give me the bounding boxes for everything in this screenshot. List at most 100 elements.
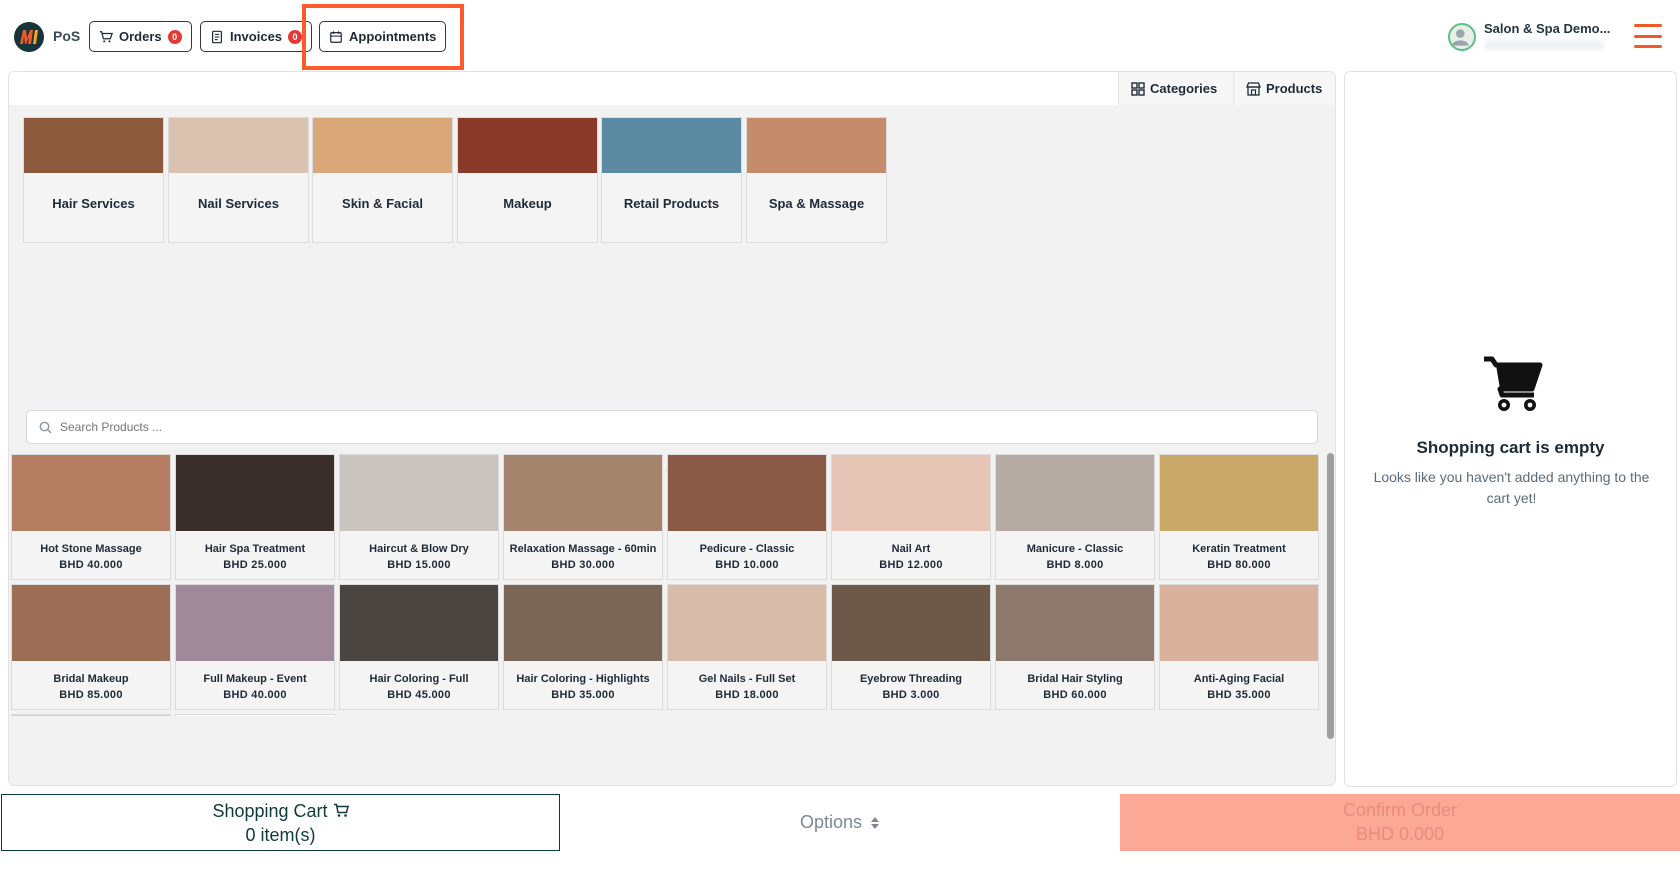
user-name[interactable]: Salon & Spa Demo... bbox=[1484, 21, 1610, 36]
cart-item-count: 0 item(s) bbox=[245, 825, 316, 845]
appointments-highlight bbox=[302, 4, 464, 70]
product-image bbox=[1160, 455, 1318, 531]
category-label: Hair Services bbox=[52, 196, 135, 211]
product-price: BHD 8.000 bbox=[1046, 559, 1104, 571]
shopping-cart-button[interactable]: Shopping Cart 0 item(s) bbox=[1, 794, 560, 851]
category-card[interactable]: Spa & Massage bbox=[746, 117, 887, 243]
product-image bbox=[176, 585, 334, 661]
category-image bbox=[313, 118, 452, 173]
product-card[interactable]: Gel Nails - Full Set BHD 18.000 bbox=[667, 584, 827, 710]
search-icon bbox=[39, 421, 52, 433]
bottom-bar: Shopping Cart 0 item(s) Options Confirm … bbox=[0, 794, 1680, 851]
menu-button[interactable] bbox=[1634, 24, 1662, 48]
tab-categories[interactable]: Categories bbox=[1118, 72, 1233, 105]
product-card[interactable]: Pedicure - Classic BHD 10.000 bbox=[667, 454, 827, 580]
category-image bbox=[458, 118, 597, 173]
user-subtitle-blurred bbox=[1484, 40, 1604, 50]
product-card[interactable]: Bridal Makeup BHD 85.000 bbox=[11, 584, 171, 710]
orders-button[interactable]: Orders 0 bbox=[89, 21, 192, 52]
options-button[interactable]: Options bbox=[560, 794, 1120, 851]
product-card[interactable]: Bridal Hair Styling BHD 60.000 bbox=[995, 584, 1155, 710]
invoices-button[interactable]: Invoices 0 bbox=[200, 21, 313, 52]
product-scrollbar[interactable] bbox=[1327, 453, 1334, 739]
scrollbar-thumb[interactable] bbox=[1327, 453, 1334, 739]
user-avatar[interactable] bbox=[1448, 23, 1476, 51]
search-box[interactable] bbox=[26, 410, 1318, 444]
product-name: Full Makeup - Event bbox=[203, 673, 307, 685]
cart-empty-title: Shopping cart is empty bbox=[1416, 438, 1605, 457]
confirm-order-total: BHD 0.000 bbox=[1355, 824, 1445, 844]
product-card[interactable]: Full Makeup - Event BHD 40.000 bbox=[175, 584, 335, 710]
category-card[interactable]: Nail Services bbox=[168, 117, 309, 243]
product-card[interactable]: Eyebrow Threading BHD 3.000 bbox=[831, 584, 991, 710]
product-name: Keratin Treatment bbox=[1192, 543, 1286, 555]
cart-panel: Shopping cart is empty Looks like you ha… bbox=[1344, 71, 1677, 787]
product-image bbox=[504, 455, 662, 531]
product-image bbox=[832, 585, 990, 661]
product-name: Gel Nails - Full Set bbox=[698, 673, 796, 685]
category-label: Makeup bbox=[503, 196, 552, 211]
confirm-order-label: Confirm Order bbox=[1342, 800, 1458, 820]
product-name: Manicure - Classic bbox=[1026, 543, 1124, 555]
category-card[interactable]: Retail Products bbox=[601, 117, 742, 243]
product-card[interactable]: Hair Spa Treatment BHD 25.000 bbox=[175, 454, 335, 580]
app-logo[interactable] bbox=[14, 22, 44, 52]
product-price: BHD 60.000 bbox=[1043, 689, 1107, 701]
product-image bbox=[12, 715, 170, 716]
product-card[interactable]: Hair Coloring - Full BHD 45.000 bbox=[339, 584, 499, 710]
product-name: Hair Coloring - Full bbox=[369, 673, 469, 685]
category-card[interactable]: Makeup bbox=[457, 117, 598, 243]
product-price: BHD 12.000 bbox=[879, 559, 943, 571]
product-price: BHD 10.000 bbox=[715, 559, 779, 571]
product-price: BHD 30.000 bbox=[551, 559, 615, 571]
logo-icon bbox=[20, 30, 38, 44]
product-card[interactable] bbox=[11, 714, 171, 716]
product-name: Hair Coloring - Highlights bbox=[516, 673, 650, 685]
category-image bbox=[169, 118, 308, 173]
tab-products[interactable]: Products bbox=[1233, 72, 1335, 105]
product-name: Eyebrow Threading bbox=[859, 673, 963, 685]
product-card[interactable]: Anti-Aging Facial BHD 35.000 bbox=[1159, 584, 1319, 710]
product-card[interactable]: Keratin Treatment BHD 80.000 bbox=[1159, 454, 1319, 580]
invoice-icon bbox=[212, 30, 222, 43]
orders-label: Orders bbox=[119, 29, 162, 44]
product-card[interactable] bbox=[175, 714, 335, 716]
category-card[interactable]: Hair Services bbox=[23, 117, 164, 243]
user-icon bbox=[1451, 29, 1469, 46]
product-price: BHD 40.000 bbox=[59, 559, 123, 571]
product-image bbox=[504, 585, 662, 661]
confirm-order-button[interactable]: Confirm Order BHD 0.000 bbox=[1120, 794, 1680, 851]
category-label: Retail Products bbox=[623, 196, 720, 211]
product-price: BHD 35.000 bbox=[1207, 689, 1271, 701]
product-name: Pedicure - Classic bbox=[699, 543, 795, 555]
category-label: Spa & Massage bbox=[768, 196, 865, 211]
product-card[interactable]: Relaxation Massage - 60min BHD 30.000 bbox=[503, 454, 663, 580]
product-price: BHD 15.000 bbox=[387, 559, 451, 571]
product-image bbox=[832, 455, 990, 531]
search-input[interactable] bbox=[60, 420, 1211, 434]
product-card[interactable]: Nail Art BHD 12.000 bbox=[831, 454, 991, 580]
category-card[interactable]: Skin & Facial bbox=[312, 117, 453, 243]
product-price: BHD 45.000 bbox=[387, 689, 451, 701]
product-name: Nail Art bbox=[891, 543, 931, 555]
product-image bbox=[176, 455, 334, 531]
product-image bbox=[340, 585, 498, 661]
hamburger-icon bbox=[1634, 24, 1662, 27]
cart-empty-text: Looks like you haven't added anything to… bbox=[1373, 469, 1650, 506]
product-card[interactable]: Haircut & Blow Dry BHD 15.000 bbox=[339, 454, 499, 580]
invoices-count-badge: 0 bbox=[288, 29, 303, 44]
product-name: Relaxation Massage - 60min bbox=[509, 543, 657, 555]
product-image bbox=[1160, 585, 1318, 661]
product-card[interactable]: Hair Coloring - Highlights BHD 35.000 bbox=[503, 584, 663, 710]
shopping-cart-icon bbox=[1484, 356, 1543, 411]
store-icon bbox=[1246, 81, 1261, 96]
product-price: BHD 3.000 bbox=[882, 689, 940, 701]
product-card[interactable]: Manicure - Classic BHD 8.000 bbox=[995, 454, 1155, 580]
product-name: Bridal Makeup bbox=[53, 673, 129, 685]
product-image bbox=[12, 585, 170, 661]
product-image bbox=[996, 585, 1154, 661]
product-image bbox=[12, 455, 170, 531]
product-card[interactable]: Hot Stone Massage BHD 40.000 bbox=[11, 454, 171, 580]
invoices-label: Invoices bbox=[230, 29, 283, 44]
top-bar: PoS Orders 0 Invoices 0 Appointments Sal… bbox=[0, 0, 1680, 70]
